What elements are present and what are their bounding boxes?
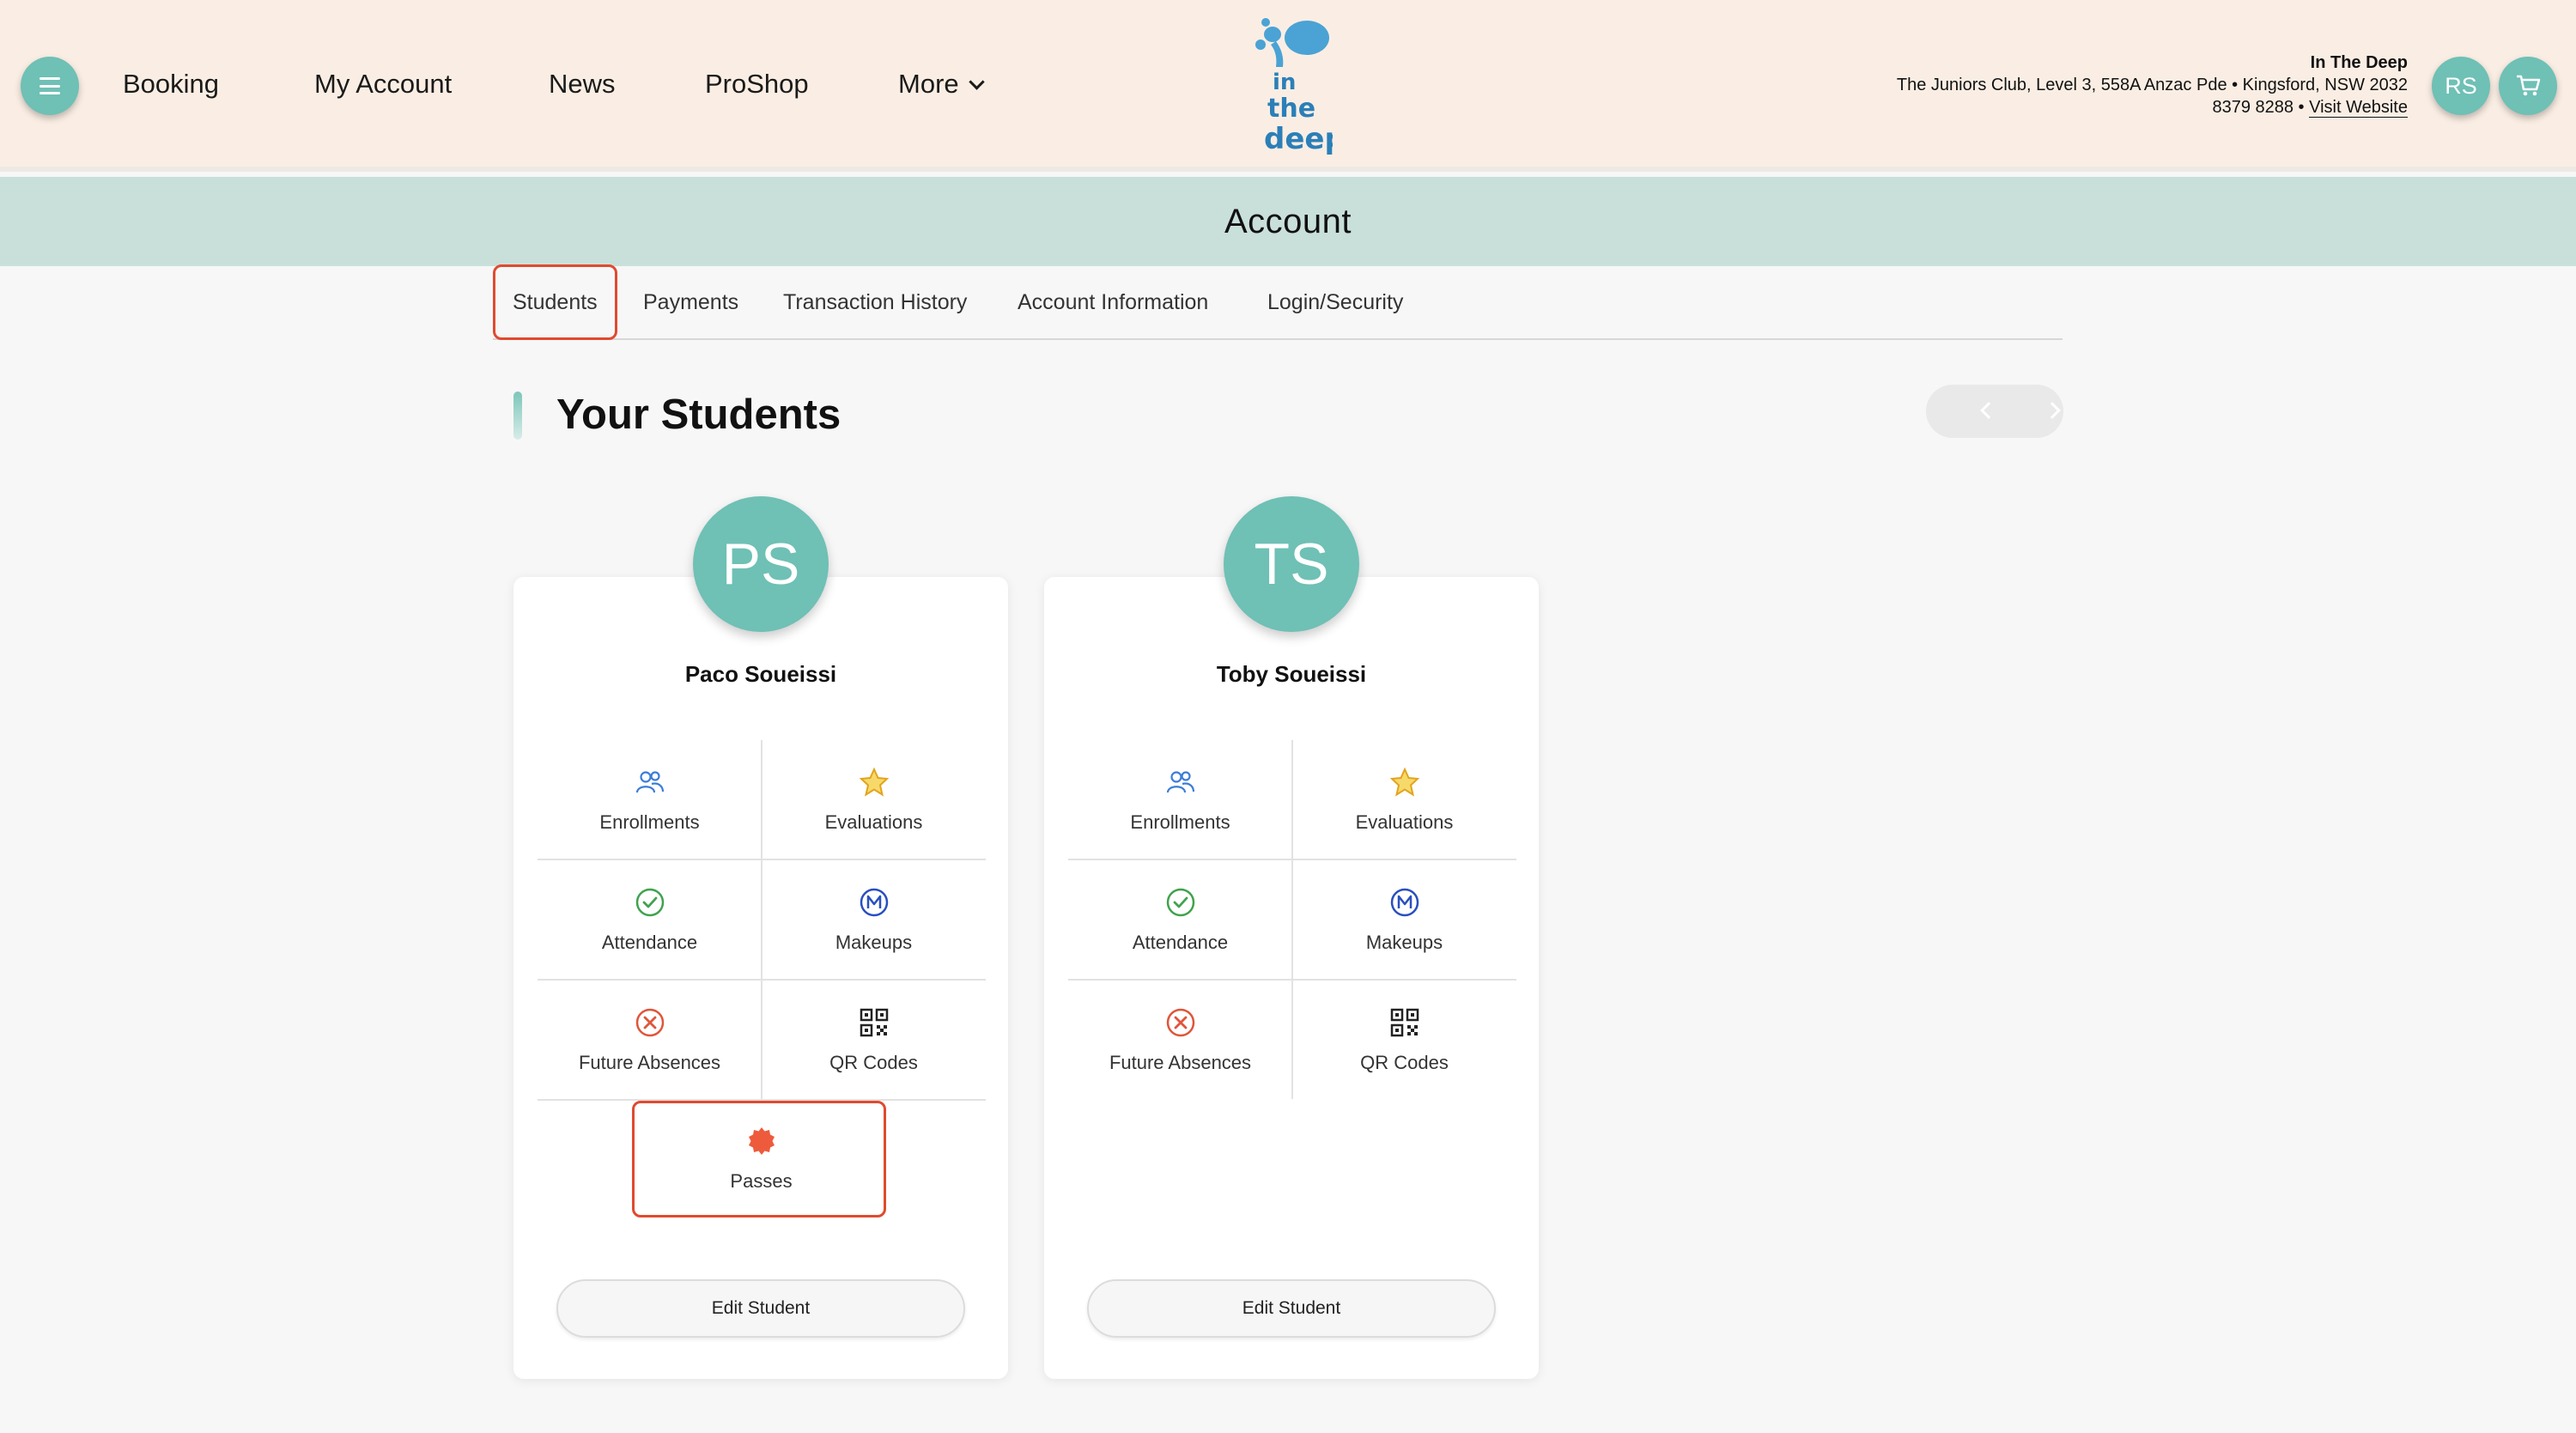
cart-icon bbox=[2517, 75, 2541, 96]
nav-more[interactable]: More bbox=[898, 65, 985, 103]
svg-text:the: the bbox=[1267, 94, 1315, 124]
check-circle-icon bbox=[1166, 888, 1194, 917]
action-label: Attendance bbox=[601, 932, 698, 953]
tab-account-information[interactable]: Account Information bbox=[1018, 264, 1208, 340]
action-label: QR Codes bbox=[1360, 1052, 1449, 1073]
cart-button[interactable] bbox=[2499, 57, 2557, 115]
x-circle-icon bbox=[1166, 1008, 1194, 1037]
people-icon bbox=[635, 771, 664, 793]
star-icon bbox=[859, 767, 889, 797]
enrollments-action[interactable]: Enrollments bbox=[538, 740, 762, 860]
page-title-band: Account bbox=[0, 177, 2576, 266]
user-avatar-button[interactable]: RS bbox=[2432, 57, 2490, 115]
qr-codes-action[interactable]: QR Codes bbox=[1292, 981, 1516, 1101]
account-tabs: Students Payments Transaction History Ac… bbox=[493, 264, 2063, 340]
nav-booking[interactable]: Booking bbox=[123, 65, 219, 103]
makeup-icon bbox=[860, 888, 888, 917]
action-label: Makeups bbox=[835, 932, 913, 953]
org-name: In The Deep bbox=[2310, 53, 2408, 72]
action-label: Makeups bbox=[1365, 932, 1443, 953]
qr-code-icon bbox=[1390, 1008, 1419, 1037]
makeups-action[interactable]: Makeups bbox=[1292, 860, 1516, 981]
chevron-down-icon bbox=[968, 74, 985, 90]
chevron-right-icon[interactable] bbox=[2044, 402, 2061, 419]
action-label: Attendance bbox=[1132, 932, 1229, 953]
org-info: In The Deep The Juniors Club, Level 3, 5… bbox=[1897, 52, 2408, 118]
action-label: Future Absences bbox=[1109, 1052, 1252, 1073]
action-label: Evaluations bbox=[1355, 811, 1454, 833]
action-label: Enrollments bbox=[599, 811, 700, 833]
nav-my-account[interactable]: My Account bbox=[314, 65, 452, 103]
future-absences-action[interactable]: Future Absences bbox=[538, 981, 762, 1101]
badge-icon bbox=[748, 1127, 775, 1155]
tab-login-security[interactable]: Login/Security bbox=[1267, 264, 1403, 340]
student-name: Toby Soueissi bbox=[1216, 661, 1367, 687]
evaluations-action[interactable]: Evaluations bbox=[1292, 740, 1516, 860]
nav-news[interactable]: News bbox=[549, 65, 616, 103]
passes-action[interactable]: Passes bbox=[649, 1101, 873, 1217]
chevron-left-icon[interactable] bbox=[1980, 402, 1997, 419]
evaluations-action[interactable]: Evaluations bbox=[762, 740, 986, 860]
tab-students[interactable]: Students bbox=[493, 264, 617, 340]
x-circle-icon bbox=[635, 1008, 664, 1037]
visit-website-link[interactable]: Visit Website bbox=[2309, 98, 2408, 118]
student-name: Paco Soueissi bbox=[684, 661, 837, 687]
menu-button[interactable] bbox=[21, 57, 79, 115]
action-label: QR Codes bbox=[829, 1052, 918, 1073]
edit-student-button[interactable]: Edit Student bbox=[1087, 1279, 1496, 1338]
attendance-action[interactable]: Attendance bbox=[1068, 860, 1292, 981]
edit-student-button[interactable]: Edit Student bbox=[556, 1279, 965, 1338]
nav-proshop[interactable]: ProShop bbox=[705, 65, 809, 103]
section-accent-bar bbox=[513, 392, 522, 440]
star-icon bbox=[1389, 767, 1419, 797]
action-label: Passes bbox=[730, 1170, 793, 1192]
org-address: The Juniors Club, Level 3, 558A Anzac Pd… bbox=[1896, 76, 2408, 94]
future-absences-action[interactable]: Future Absences bbox=[1068, 981, 1292, 1101]
people-icon bbox=[1166, 771, 1194, 793]
org-phone: 8379 8288 • bbox=[2212, 98, 2305, 117]
attendance-action[interactable]: Attendance bbox=[538, 860, 762, 981]
hamburger-icon bbox=[39, 77, 60, 94]
makeups-action[interactable]: Makeups bbox=[762, 860, 986, 981]
svg-text:deep: deep bbox=[1264, 122, 1333, 156]
students-pager bbox=[1926, 385, 2063, 438]
action-label: Evaluations bbox=[824, 811, 923, 833]
student-avatar: PS bbox=[693, 496, 829, 632]
svg-text:in: in bbox=[1273, 70, 1296, 95]
student-card: Toby Soueissi Enrollments Evaluations At… bbox=[1044, 577, 1539, 1379]
tab-payments[interactable]: Payments bbox=[643, 264, 738, 340]
student-avatar: TS bbox=[1224, 496, 1359, 632]
qr-codes-action[interactable]: QR Codes bbox=[762, 981, 986, 1101]
site-header: Booking My Account News ProShop More in … bbox=[0, 0, 2576, 172]
page-title: Account bbox=[1224, 202, 1352, 240]
section-title: Your Students bbox=[556, 392, 841, 438]
action-label: Enrollments bbox=[1130, 811, 1230, 833]
nav-more-label: More bbox=[898, 69, 959, 99]
in-the-deep-logo[interactable]: in the deep bbox=[1247, 15, 1333, 157]
action-label: Future Absences bbox=[578, 1052, 721, 1073]
enrollments-action[interactable]: Enrollments bbox=[1068, 740, 1292, 860]
student-card: Paco Soueissi Enrollments Evaluations At… bbox=[513, 577, 1008, 1379]
makeup-icon bbox=[1390, 888, 1419, 917]
check-circle-icon bbox=[635, 888, 664, 917]
tab-transaction-history[interactable]: Transaction History bbox=[783, 264, 967, 340]
qr-code-icon bbox=[860, 1008, 888, 1037]
